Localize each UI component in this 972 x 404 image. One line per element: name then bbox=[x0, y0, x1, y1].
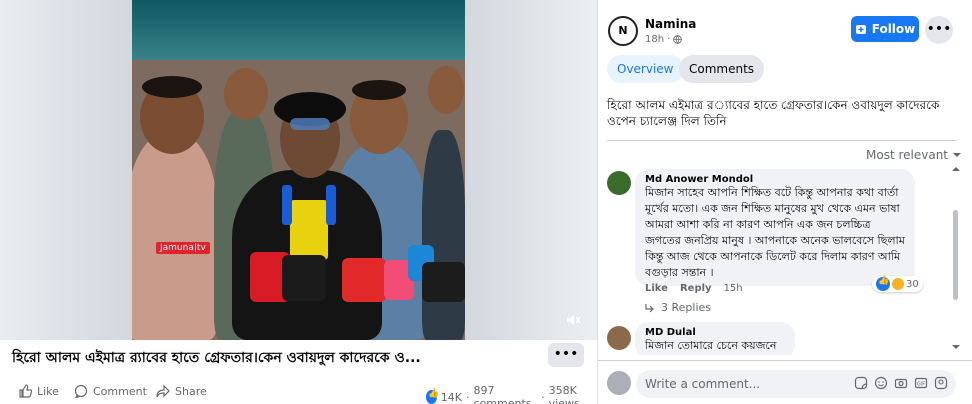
speaker-glasses bbox=[290, 118, 330, 130]
post-options-button[interactable]: ••• bbox=[925, 16, 953, 44]
action-bar: Like Comment Share 14K · 897 comments · … bbox=[0, 378, 597, 404]
more-options-button[interactable]: ••• bbox=[548, 343, 584, 367]
jamuna-tv-watermark: Jamuna|tv bbox=[156, 242, 210, 254]
sticker-icon[interactable] bbox=[854, 376, 868, 390]
post-time[interactable]: 18h bbox=[645, 34, 664, 45]
comment-text: মিজান সাহেব আপনি শিক্ষিত বটে কিন্তু আপনা… bbox=[645, 186, 905, 279]
chevron-down-icon bbox=[953, 153, 962, 157]
comment-actions: Like Reply 15h bbox=[645, 283, 743, 294]
post-meta: 18h · bbox=[645, 34, 683, 45]
composer-tools: GIF bbox=[854, 376, 948, 390]
comment-bubble: Md Anower Mondol মিজান সাহেব আপনি শিক্ষি… bbox=[635, 169, 915, 286]
view-replies-button[interactable]: 3 Replies bbox=[645, 301, 711, 314]
like-label: Like bbox=[37, 384, 59, 398]
scroll-down-icon[interactable] bbox=[951, 343, 961, 351]
follow-button[interactable]: Follow bbox=[851, 16, 919, 42]
reply-arrow-icon bbox=[645, 303, 654, 312]
comment-reply-button[interactable]: Reply bbox=[680, 283, 712, 294]
like-icon bbox=[19, 384, 32, 398]
scroll-up-icon[interactable] bbox=[951, 165, 961, 173]
scroll-thumb[interactable] bbox=[953, 210, 958, 300]
reactions-count[interactable]: 14K bbox=[441, 391, 462, 404]
follow-icon bbox=[855, 25, 866, 34]
like-reaction-icon bbox=[426, 389, 439, 404]
comment-label: Comment bbox=[93, 384, 147, 398]
comment-bubble: MD Dulal মিজান তোমারে চেনে কয়জনে bbox=[635, 322, 795, 355]
comment-author[interactable]: MD Dulal bbox=[645, 327, 785, 338]
avatar-sticker-icon[interactable] bbox=[934, 376, 948, 390]
video-blur-right bbox=[465, 0, 597, 340]
reaction-count: 30 bbox=[906, 278, 919, 290]
speaker-jacket-trim bbox=[282, 185, 292, 225]
crowd-person bbox=[132, 135, 218, 340]
comment-time[interactable]: 15h bbox=[724, 283, 743, 294]
video-blur-left bbox=[0, 0, 132, 340]
camera-icon[interactable] bbox=[894, 376, 908, 390]
microphone bbox=[282, 255, 326, 301]
video-title-row: হিরো আলম এইমাত্র র‍্যাবের হাতে গ্রেফতার।… bbox=[0, 340, 597, 370]
post-details-panel: N Namina 18h · Follow ••• Overview Comme… bbox=[597, 0, 972, 404]
stats-separator: · bbox=[466, 390, 470, 404]
crowd-head bbox=[142, 76, 202, 98]
commenter-avatar[interactable] bbox=[607, 326, 631, 350]
user-avatar[interactable] bbox=[607, 371, 631, 395]
comments-list[interactable]: Md Anower Mondol মিজান সাহেব আপনি শিক্ষি… bbox=[598, 165, 972, 355]
video-player[interactable]: Jamuna|tv bbox=[0, 0, 597, 340]
comments-count[interactable]: 897 comments bbox=[474, 384, 538, 404]
video-panel: Jamuna|tv হিরো আলম এইমাত্র র‍্যাবের হাতে… bbox=[0, 0, 597, 404]
post-stats[interactable]: 14K · 897 comments · 358K views bbox=[426, 384, 597, 404]
share-button[interactable]: Share bbox=[156, 384, 207, 398]
emoji-icon[interactable] bbox=[874, 376, 888, 390]
like-reaction-icon bbox=[876, 276, 890, 291]
gif-icon[interactable]: GIF bbox=[914, 376, 928, 390]
replies-count: 3 Replies bbox=[661, 301, 712, 314]
page-name[interactable]: Namina bbox=[645, 17, 696, 31]
comment-icon bbox=[74, 384, 88, 398]
microphone bbox=[422, 262, 465, 302]
comment-text: মিজান তোমারে চেনে কয়জনে bbox=[645, 339, 777, 352]
comment-composer: Write a comment... GIF bbox=[598, 360, 972, 404]
crowd-person bbox=[422, 130, 465, 340]
page-avatar[interactable]: N bbox=[608, 16, 638, 46]
share-icon bbox=[156, 384, 170, 398]
divider bbox=[607, 140, 957, 141]
microphone bbox=[342, 258, 386, 302]
sort-label: Most relevant bbox=[866, 148, 949, 162]
video-frame[interactable]: Jamuna|tv bbox=[132, 0, 465, 340]
globe-icon bbox=[673, 35, 683, 44]
comment-button[interactable]: Comment bbox=[74, 384, 147, 398]
facebook-video-viewer: Jamuna|tv হিরো আলম এইমাত্র র‍্যাবের হাতে… bbox=[0, 0, 972, 404]
tab-overview[interactable]: Overview bbox=[607, 55, 684, 83]
crowd-head bbox=[428, 66, 464, 114]
svg-text:GIF: GIF bbox=[917, 382, 925, 388]
tab-comments[interactable]: Comments bbox=[679, 55, 765, 83]
commenter-avatar[interactable] bbox=[607, 171, 631, 195]
speaker-shirt bbox=[290, 200, 328, 260]
like-button[interactable]: Like bbox=[18, 384, 59, 398]
video-background-top bbox=[132, 0, 465, 60]
comment-author[interactable]: Md Anower Mondol bbox=[645, 174, 905, 185]
comment-reactions[interactable]: 30 bbox=[872, 276, 923, 292]
volume-icon[interactable] bbox=[565, 312, 581, 328]
comment-like-button[interactable]: Like bbox=[645, 283, 668, 294]
stats-separator: · bbox=[541, 390, 545, 404]
follow-label: Follow bbox=[871, 22, 916, 36]
crowd-head bbox=[352, 80, 406, 100]
speaker-jacket-trim bbox=[326, 185, 336, 225]
sad-reaction-icon bbox=[892, 278, 904, 290]
crowd-head bbox=[224, 68, 268, 120]
comments-scrollbar[interactable] bbox=[950, 165, 960, 355]
views-count: 358K views bbox=[548, 384, 580, 404]
video-title: হিরো আলম এইমাত্র র‍্যাবের হাতে গ্রেফতার।… bbox=[12, 350, 421, 366]
sort-comments-dropdown[interactable]: Most relevant bbox=[866, 148, 962, 162]
post-caption: হিরো আলম এইমাত্র র◌্যাবের হাতে গ্রেফতার।… bbox=[607, 98, 940, 128]
share-label: Share bbox=[175, 384, 207, 398]
